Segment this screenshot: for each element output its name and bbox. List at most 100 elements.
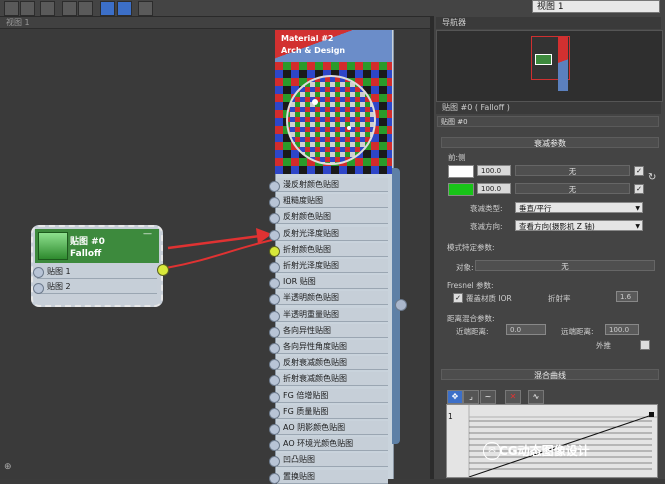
material-slot-socket[interactable] (269, 359, 280, 370)
amount-1-field[interactable]: 100.0 (477, 165, 511, 176)
material-slot-socket[interactable] (269, 327, 280, 338)
override-ior-checkbox[interactable]: ✓ (453, 293, 463, 303)
far-distance-label: 远端距离: (561, 327, 594, 336)
nav-mini-icon[interactable]: ⊕ (4, 462, 12, 472)
near-distance-field[interactable]: 0.0 (506, 324, 546, 335)
minimize-icon[interactable]: — (143, 229, 152, 239)
material-preview (275, 62, 392, 174)
watermark-text: CG动态图像设计 (499, 444, 590, 458)
map-name-field[interactable]: 贴图 #0 (437, 116, 659, 127)
ior-field[interactable]: 1.6 (616, 291, 638, 302)
material-slot-socket[interactable] (269, 424, 280, 435)
material-slot[interactable]: FG 质量贴图 (277, 405, 388, 419)
map-params-title: 贴图 #0 ( Falloff ) (436, 102, 661, 114)
checker-sphere-preview (275, 62, 392, 174)
material-slot[interactable]: FG 倍增贴图 (277, 389, 388, 403)
navigator-title: 导航器 (436, 17, 661, 29)
object-pick-button[interactable]: 无 (475, 260, 655, 271)
mode-params-label: 模式特定参数: (447, 243, 495, 252)
material-slot-socket[interactable] (269, 392, 280, 403)
material-slot[interactable]: 折射颜色贴图 (277, 243, 388, 257)
material-slot-socket[interactable] (269, 456, 280, 467)
material-slot[interactable]: 粗糙度贴图 (277, 194, 388, 208)
falloff-swatch (38, 232, 68, 260)
material-slot[interactable]: 半透明重量贴图 (277, 308, 388, 322)
mix-curve-plot (468, 405, 657, 477)
material-slot[interactable]: IOR 贴图 (277, 275, 388, 289)
material-slot[interactable]: 置换贴图 (277, 470, 388, 484)
material-slot[interactable]: 反射衰减颜色贴图 (277, 356, 388, 370)
falloff-slot-map2-socket[interactable] (33, 283, 44, 294)
falloff-type-label: 衰减类型: (470, 204, 503, 213)
material-slot-socket[interactable] (269, 230, 280, 241)
color-swatch-2[interactable] (448, 183, 474, 196)
material-slot[interactable]: 漫反射颜色贴图 (277, 178, 388, 192)
material-slot[interactable]: 反射光泽度贴图 (277, 227, 388, 241)
material-slot-socket[interactable] (269, 440, 280, 451)
map-2-button[interactable]: 无 (515, 183, 630, 194)
navigator-material-thumb (558, 37, 568, 91)
material-slot[interactable]: 折射光泽度贴图 (277, 259, 388, 273)
falloff-type-dropdown[interactable]: 垂直/平行 (515, 202, 643, 214)
swap-colors-icon[interactable]: ↻ (648, 172, 656, 183)
material-title: Material #2 Arch & Design (281, 33, 345, 57)
falloff-node-subtitle: Falloff (70, 249, 102, 259)
material-slot[interactable]: 各向异性贴图 (277, 324, 388, 338)
mix-curve-rollout[interactable]: 混合曲线 (441, 369, 659, 380)
object-label: 对象: (456, 263, 474, 272)
material-output-socket[interactable] (395, 299, 407, 311)
falloff-output-socket[interactable] (157, 264, 169, 276)
material-slot[interactable]: 各向异性角度贴图 (277, 340, 388, 354)
reset-curve-icon[interactable]: ∿ (528, 390, 544, 404)
falloff-params-rollout[interactable]: 衰减参数 (441, 137, 659, 148)
map-1-checkbox[interactable]: ✓ (634, 166, 644, 176)
front-side-label: 前:侧 (448, 153, 466, 162)
map-2-checkbox[interactable]: ✓ (634, 184, 644, 194)
scale-point-icon[interactable]: ⌟ (463, 390, 479, 404)
fresnel-label: Fresnel 参数: (447, 281, 494, 290)
falloff-slot-map2[interactable]: 贴图 2 (37, 280, 157, 294)
material-slot[interactable]: 凹凸贴图 (277, 453, 388, 467)
curve-axis-label: 1 (448, 412, 453, 421)
falloff-direction-dropdown[interactable]: 查看方向(摄影机 Z 轴) (515, 220, 643, 232)
mix-curve-graph[interactable] (446, 404, 658, 478)
material-slot[interactable]: 半透明颜色贴图 (277, 291, 388, 305)
material-slot-socket[interactable] (269, 278, 280, 289)
material-slot[interactable]: AO 环境光颜色贴图 (277, 437, 388, 451)
view-dropdown[interactable]: 视图 1 (532, 0, 660, 13)
color-swatch-1[interactable] (448, 165, 474, 178)
override-ior-label: 覆盖材质 IOR (466, 294, 512, 303)
amount-2-field[interactable]: 100.0 (477, 183, 511, 194)
material-slot-socket[interactable] (269, 375, 280, 386)
falloff-direction-label: 衰减方向: (470, 222, 503, 231)
falloff-slot-map1-socket[interactable] (33, 267, 44, 278)
curve-control-point (649, 412, 654, 417)
ior-label: 折射率 (548, 294, 571, 303)
material-slot-socket[interactable] (269, 311, 280, 322)
map-1-button[interactable]: 无 (515, 165, 630, 176)
material-slot-socket[interactable] (269, 408, 280, 419)
material-slot-socket[interactable] (269, 294, 280, 305)
material-slot[interactable]: 反射颜色贴图 (277, 210, 388, 224)
insert-point-icon[interactable]: ~ (480, 390, 496, 404)
distance-blend-label: 距离混合参数: (447, 314, 495, 323)
falloff-node-title: 贴图 #0 (70, 237, 105, 247)
material-slot-socket[interactable] (269, 262, 280, 273)
navigator-falloff-thumb (535, 54, 552, 65)
material-slot[interactable]: AO 阴影颜色贴图 (277, 421, 388, 435)
falloff-wire (165, 239, 273, 269)
move-point-icon[interactable]: ✥ (447, 390, 463, 404)
extrapolate-label: 外推 (596, 341, 611, 350)
extrapolate-checkbox[interactable] (640, 340, 650, 350)
material-slot-socket[interactable] (269, 197, 280, 208)
material-slot[interactable]: 折射衰减颜色贴图 (277, 372, 388, 386)
delete-point-icon[interactable]: ✕ (505, 390, 521, 404)
material-slot-socket[interactable] (269, 213, 280, 224)
far-distance-field[interactable]: 100.0 (605, 324, 639, 335)
near-distance-label: 近端距离: (456, 327, 489, 336)
falloff-slot-map1[interactable]: 贴图 1 (37, 265, 157, 279)
material-slot-socket[interactable] (269, 246, 280, 257)
material-slot-socket[interactable] (269, 181, 280, 192)
material-title-line2: Arch & Design (281, 46, 346, 55)
material-slot-socket[interactable] (269, 343, 280, 354)
